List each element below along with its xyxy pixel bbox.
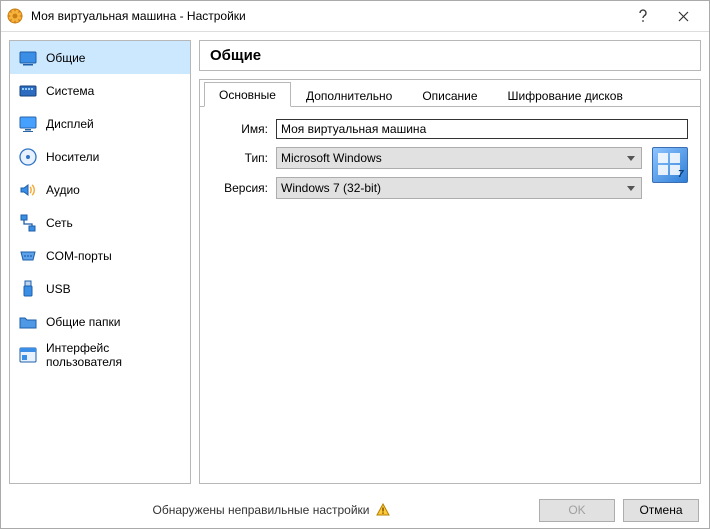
sidebar-item-label: Носители — [46, 150, 99, 164]
warning-icon — [376, 503, 390, 517]
help-button[interactable] — [623, 2, 663, 30]
sidebar-item-display[interactable]: Дисплей — [10, 107, 190, 140]
combo-value: Microsoft Windows — [281, 151, 382, 165]
combo-value: Windows 7 (32-bit) — [281, 181, 381, 195]
system-icon — [18, 81, 38, 101]
network-icon — [18, 213, 38, 233]
settings-window: Моя виртуальная машина - Настройки Общие… — [0, 0, 710, 529]
name-label: Имя: — [212, 122, 270, 136]
tab-advanced[interactable]: Дополнительно — [291, 83, 407, 107]
sidebar-item-label: Дисплей — [46, 117, 94, 131]
sidebar-item-storage[interactable]: Носители — [10, 140, 190, 173]
sidebar-item-usb[interactable]: USB — [10, 272, 190, 305]
cancel-button[interactable]: Отмена — [623, 499, 699, 522]
panel: Основные Дополнительно Описание Шифрован… — [199, 79, 701, 484]
version-label: Версия: — [212, 181, 270, 195]
button-label: Отмена — [639, 503, 682, 517]
close-button[interactable] — [663, 2, 703, 30]
titlebar: Моя виртуальная машина - Настройки — [1, 1, 709, 32]
app-icon — [7, 8, 23, 24]
sidebar-item-label: COM-порты — [46, 249, 112, 263]
tab-label: Основные — [219, 88, 276, 102]
status-area: Обнаружены неправильные настройки — [11, 503, 531, 517]
sidebar: Общие Система Дисплей Носители Аудио Сет… — [9, 40, 191, 484]
ok-button[interactable]: OK — [539, 499, 615, 522]
general-icon — [18, 48, 38, 68]
sidebar-item-interface[interactable]: Интерфейс пользователя — [10, 338, 190, 371]
sidebar-item-label: Сеть — [46, 216, 73, 230]
sidebar-item-label: Общие папки — [46, 315, 120, 329]
sidebar-item-label: Система — [46, 84, 94, 98]
tab-description[interactable]: Описание — [407, 83, 492, 107]
os-badge-icon: 7 — [652, 147, 688, 183]
usb-icon — [18, 279, 38, 299]
button-label: OK — [568, 503, 585, 517]
tab-label: Шифрование дисков — [508, 89, 623, 103]
sidebar-item-audio[interactable]: Аудио — [10, 173, 190, 206]
sidebar-item-shared[interactable]: Общие папки — [10, 305, 190, 338]
svg-text:7: 7 — [678, 169, 684, 179]
tab-label: Описание — [422, 89, 477, 103]
body: Общие Система Дисплей Носители Аудио Сет… — [1, 32, 709, 492]
page-heading: Общие — [210, 47, 690, 64]
interface-icon — [18, 345, 38, 365]
sidebar-item-general[interactable]: Общие — [10, 41, 190, 74]
tab-encryption[interactable]: Шифрование дисков — [493, 83, 638, 107]
row-name: Имя: — [212, 119, 688, 139]
version-combo[interactable]: Windows 7 (32-bit) — [276, 177, 642, 199]
sidebar-item-label: USB — [46, 282, 71, 296]
shared-folder-icon — [18, 312, 38, 332]
footer: Обнаружены неправильные настройки OK Отм… — [1, 492, 709, 528]
serial-icon — [18, 246, 38, 266]
sidebar-item-system[interactable]: Система — [10, 74, 190, 107]
row-version: Версия: Windows 7 (32-bit) — [212, 177, 642, 199]
type-label: Тип: — [212, 151, 270, 165]
heading-box: Общие — [199, 40, 701, 71]
status-text: Обнаружены неправильные настройки — [152, 503, 369, 517]
sidebar-item-label: Интерфейс пользователя — [46, 341, 182, 369]
name-input[interactable] — [276, 119, 688, 139]
tab-basic[interactable]: Основные — [204, 82, 291, 107]
storage-icon — [18, 147, 38, 167]
audio-icon — [18, 180, 38, 200]
display-icon — [18, 114, 38, 134]
sidebar-item-serial[interactable]: COM-порты — [10, 239, 190, 272]
tabstrip: Основные Дополнительно Описание Шифрован… — [200, 80, 700, 107]
sidebar-item-label: Аудио — [46, 183, 80, 197]
sidebar-item-label: Общие — [46, 51, 85, 65]
type-combo[interactable]: Microsoft Windows — [276, 147, 642, 169]
row-type: Тип: Microsoft Windows — [212, 147, 642, 169]
window-title: Моя виртуальная машина - Настройки — [31, 9, 623, 23]
tab-label: Дополнительно — [306, 89, 392, 103]
tab-body: Имя: Тип: Microsoft Windows Версия: Wind… — [200, 107, 700, 483]
main: Общие Основные Дополнительно Описание Ши… — [199, 40, 701, 484]
sidebar-item-network[interactable]: Сеть — [10, 206, 190, 239]
